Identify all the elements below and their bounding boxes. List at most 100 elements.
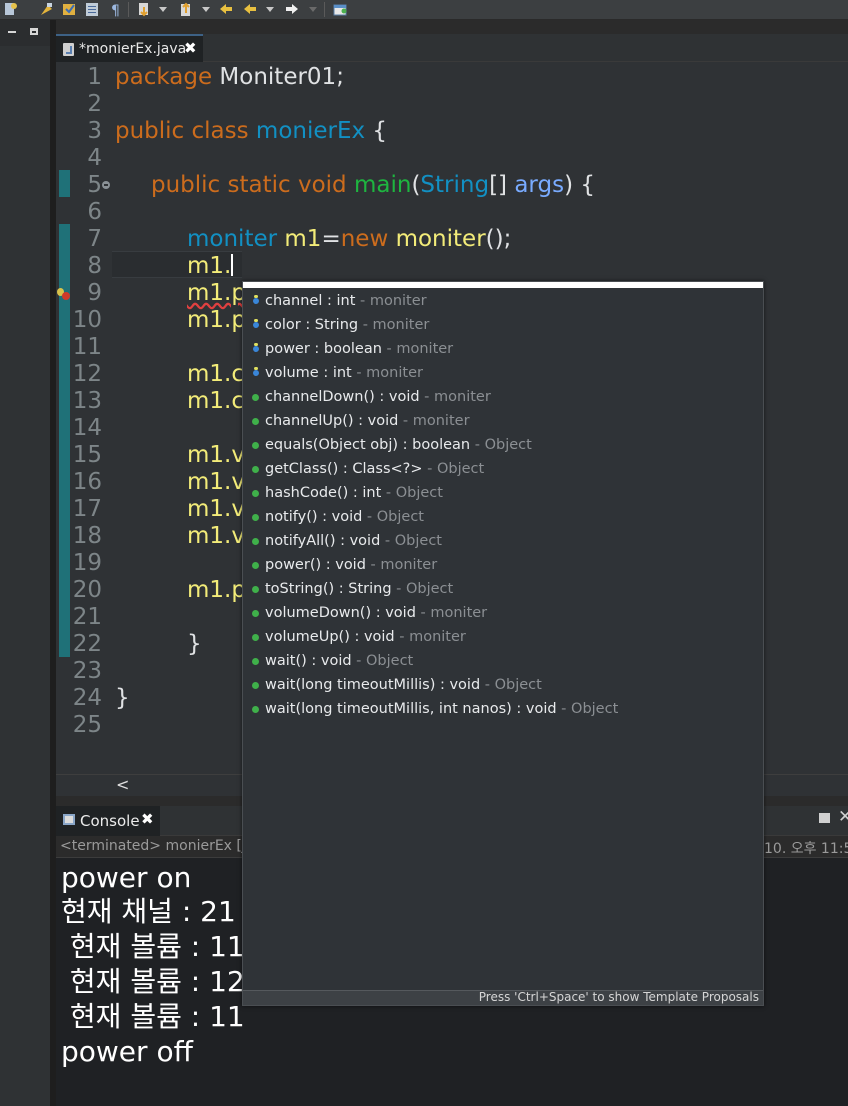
proposal-label: wait() : void - Object: [265, 653, 414, 669]
tab-label: *monierEx.java: [79, 41, 187, 57]
line-number: 12: [72, 361, 102, 387]
code-line-22: }: [187, 631, 202, 657]
proposal-item[interactable]: notify() : void - Object: [243, 505, 763, 529]
code-line-8: m1.: [187, 253, 234, 279]
prev-annotation-icon[interactable]: [178, 1, 195, 18]
line-number: 20: [72, 577, 102, 603]
code-line-24: }: [115, 685, 130, 711]
proposal-item[interactable]: volume : int - moniter: [243, 361, 763, 385]
toolbar-separator: [128, 2, 129, 17]
method-icon: [252, 466, 259, 473]
method-icon: [252, 442, 259, 449]
proposal-label: volume : int - moniter: [265, 365, 423, 381]
last-edit-icon[interactable]: [218, 1, 235, 18]
code-line-10: m1.p: [187, 307, 246, 333]
terminated-label: <terminated> monierEx [Ja: [60, 838, 255, 854]
line-number: 18: [72, 523, 102, 549]
change-marker: [59, 170, 70, 197]
proposal-item[interactable]: channelDown() : void - moniter: [243, 385, 763, 409]
code-line-17: m1.v: [187, 496, 245, 522]
proposal-item[interactable]: equals(Object obj) : boolean - Object: [243, 433, 763, 457]
method-icon: [252, 418, 259, 425]
console-output-line: 현재 볼륨 : 11: [61, 1000, 245, 1033]
tab-console[interactable]: Console ✖: [56, 806, 160, 836]
chevron-down-icon[interactable]: [266, 7, 274, 12]
proposal-item[interactable]: channelUp() : void - moniter: [243, 409, 763, 433]
proposal-label: channel : int - moniter: [265, 293, 427, 309]
next-annotation-icon[interactable]: [136, 1, 153, 18]
method-icon: [252, 610, 259, 617]
open-type-icon[interactable]: [38, 1, 55, 18]
proposal-item[interactable]: volumeUp() : void - moniter: [243, 625, 763, 649]
code-line-12: m1.c: [187, 361, 244, 387]
content-assist-popup[interactable]: channel : int - moniter color : String - …: [242, 281, 764, 1006]
maximize-icon[interactable]: [30, 28, 38, 35]
code-line-15: m1.v: [187, 442, 245, 468]
new-icon[interactable]: [2, 1, 19, 18]
line-number: 21: [72, 604, 102, 630]
line-number: 6: [87, 199, 102, 225]
console-output-line: 현재 볼륨 : 11: [61, 930, 245, 963]
scroll-left-arrow-icon[interactable]: <: [116, 775, 129, 794]
method-icon: [252, 514, 259, 521]
close-icon[interactable]: ✖: [141, 810, 154, 828]
proposal-label: hashCode() : int - Object: [265, 485, 443, 501]
proposal-label: toString() : String - Object: [265, 581, 454, 597]
method-icon: [252, 682, 259, 689]
proposal-item[interactable]: getClass() : Class<?> - Object: [243, 457, 763, 481]
pilcrow-icon[interactable]: ¶: [108, 1, 125, 19]
proposal-item[interactable]: power() : void - moniter: [243, 553, 763, 577]
show-whitespace-icon[interactable]: [84, 1, 101, 18]
code-line-7: moniter m1=new moniter();: [187, 226, 512, 252]
chevron-down-icon[interactable]: [159, 7, 167, 12]
proposal-label: notifyAll() : void - Object: [265, 533, 442, 549]
back-icon[interactable]: [242, 1, 259, 18]
line-number: 4: [87, 145, 102, 171]
chevron-down-icon[interactable]: [202, 7, 210, 12]
close-view-icon[interactable]: ✕: [838, 807, 848, 827]
method-icon: [252, 658, 259, 665]
tab-moniereex-java[interactable]: *monierEx.java ✖: [56, 34, 203, 62]
fold-collapse-icon[interactable]: [102, 181, 110, 189]
proposal-item[interactable]: power : boolean - moniter: [243, 337, 763, 361]
new-window-icon[interactable]: [332, 1, 349, 18]
proposal-label: equals(Object obj) : boolean - Object: [265, 437, 532, 453]
proposal-label: channelUp() : void - moniter: [265, 413, 470, 429]
code-line-1: package Moniter01;: [115, 64, 344, 90]
line-number: 24: [72, 685, 102, 711]
proposal-item[interactable]: wait() : void - Object: [243, 649, 763, 673]
line-number-gutter: 1 2 3 4 5 6 7 8 9 10 11 12 13 14 15 16 17 18 19 20 21 22 23 24 2…: [56, 62, 112, 774]
line-number: 10: [72, 307, 102, 333]
proposal-item[interactable]: notifyAll() : void - Object: [243, 529, 763, 553]
field-icon: [253, 367, 259, 376]
console-output-line: 현재 채널 : 21: [61, 895, 236, 928]
proposal-item[interactable]: wait(long timeoutMillis, int nanos) : vo…: [243, 697, 763, 721]
console-icon: [63, 814, 75, 825]
proposal-item[interactable]: channel : int - moniter: [243, 289, 763, 313]
minimize-icon[interactable]: [8, 31, 16, 33]
proposal-item[interactable]: toString() : String - Object: [243, 577, 763, 601]
proposal-item[interactable]: wait(long timeoutMillis) : void - Object: [243, 673, 763, 697]
maximize-icon[interactable]: [819, 813, 830, 823]
line-number: 16: [72, 469, 102, 495]
chevron-down-icon[interactable]: [309, 7, 317, 12]
proposal-item[interactable]: hashCode() : int - Object: [243, 481, 763, 505]
proposal-item[interactable]: volumeDown() : void - moniter: [243, 601, 763, 625]
method-icon: [252, 538, 259, 545]
code-line-5: public static void main(String[] args) {: [151, 172, 595, 198]
code-line-3: public class monierEx {: [115, 118, 388, 144]
line-number: 13: [72, 388, 102, 414]
close-icon[interactable]: ✖: [184, 39, 197, 57]
forward-icon[interactable]: [283, 1, 300, 18]
method-icon: [252, 586, 259, 593]
line-number: 15: [72, 442, 102, 468]
field-icon: [253, 295, 259, 304]
proposal-item[interactable]: color : String - moniter: [243, 313, 763, 337]
java-file-icon: [63, 43, 74, 56]
proposal-label: power : boolean - moniter: [265, 341, 454, 357]
field-icon: [253, 343, 259, 352]
task-icon[interactable]: [61, 1, 78, 18]
error-quickfix-icon[interactable]: [56, 288, 70, 300]
line-number: 22: [72, 631, 102, 657]
proposal-label: color : String - moniter: [265, 317, 430, 333]
